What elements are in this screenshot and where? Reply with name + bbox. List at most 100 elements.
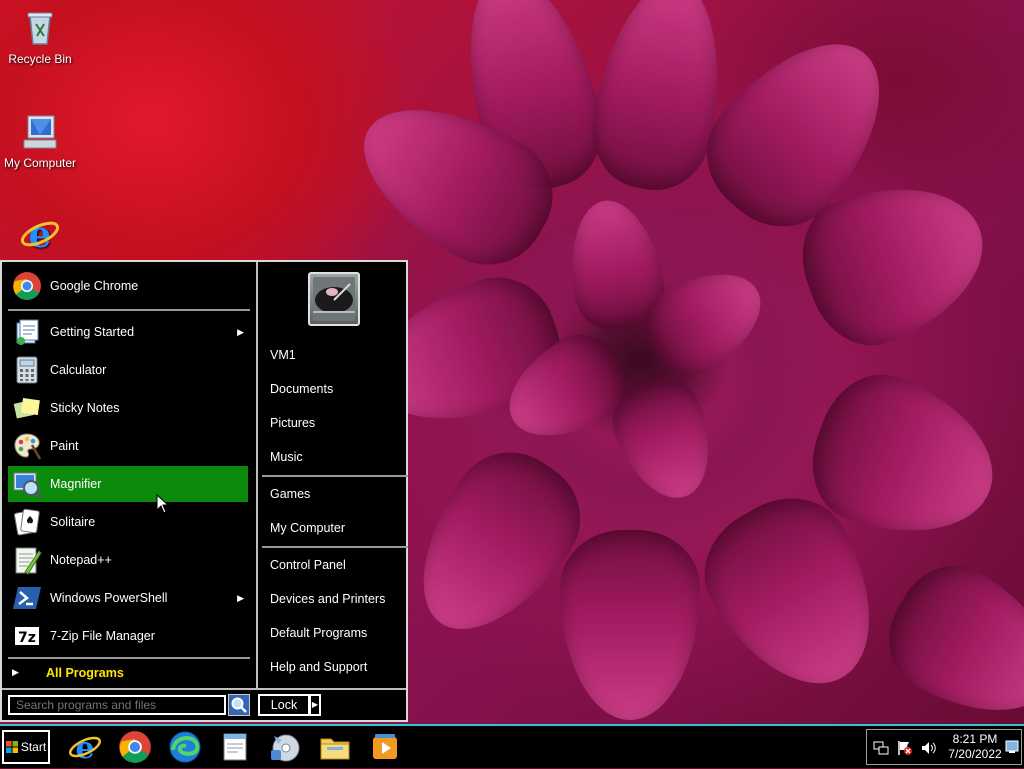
taskbar: Start e 8:21 PM 7/20/2022 [0,724,1024,768]
places-item-my-computer[interactable]: My Computer [270,521,345,535]
taskbar-app-notepad[interactable] [218,730,252,764]
start-item-label: Getting Started [50,325,135,339]
sticky-notes-icon [12,393,42,423]
start-menu-bottom-bar: Lock ▶ [2,688,406,722]
start-menu-separator [8,309,250,311]
start-item-paint[interactable]: Paint [8,428,248,464]
start-item-label: Solitaire [50,515,96,529]
notepad-icon [223,733,247,761]
search-icon [231,697,247,713]
all-programs-label: All Programs [46,666,124,680]
start-item-sticky-notes[interactable]: Sticky Notes [8,390,248,426]
start-search-input[interactable] [8,695,226,715]
desktop-icon-internet-explorer[interactable]: e [0,214,80,258]
places-item-control-panel[interactable]: Control Panel [270,558,346,572]
desktop-icon-label: My Computer [3,156,77,170]
notepadpp-icon [12,545,42,575]
desktop-icon-recycle-bin[interactable]: Recycle Bin [0,8,80,66]
taskbar-app-chrome[interactable] [118,730,152,764]
start-item-notepadpp[interactable]: Notepad++ [8,542,248,578]
search-button[interactable] [228,694,250,716]
taskbar-app-edge[interactable] [168,730,202,764]
windows-logo-icon [5,741,18,753]
chrome-icon [119,731,151,763]
wallpaper-petal [868,546,1024,724]
calculator-icon [12,355,42,385]
powershell-icon [12,583,42,613]
solitaire-icon [12,507,42,537]
start-item-label: Magnifier [50,477,102,491]
svg-text:e: e [75,731,94,764]
tray-volume[interactable] [921,740,937,761]
start-item-getting-started[interactable]: Getting Started ▶ [8,314,248,350]
start-item-7zip[interactable]: 7z 7-Zip File Manager [8,618,248,654]
chrome-icon [12,271,42,301]
paint-palette-icon [12,431,42,461]
start-button-label: Start [20,740,47,754]
taskbar-app-media-player[interactable] [368,730,402,764]
magnifier-icon [12,469,43,500]
user-avatar-icon [313,277,355,321]
wallpaper-petal [560,530,700,720]
start-item-label: Notepad++ [50,553,112,567]
places-separator [262,546,408,548]
internet-explorer-icon: e [68,731,102,766]
start-item-label: 7-Zip File Manager [50,629,155,643]
chevron-right-icon: ▶ [311,700,319,709]
taskbar-app-media-center[interactable] [268,730,302,764]
media-player-icon [373,734,397,759]
start-menu: Google Chrome Getting Started ▶ Calculat… [0,260,408,722]
places-item-vm1[interactable]: VM1 [270,348,296,362]
computer-icon [20,112,60,152]
shutdown-options-button[interactable]: ▶ [309,694,321,716]
start-item-magnifier[interactable]: Magnifier [8,466,248,502]
show-desktop-button[interactable] [1005,740,1019,759]
places-item-pictures[interactable]: Pictures [270,416,315,430]
pointer-icon [156,493,170,514]
places-separator [262,475,408,477]
submenu-arrow-icon: ▶ [237,592,244,603]
desktop-icon-label: Recycle Bin [8,52,72,66]
start-item-solitaire[interactable]: Solitaire [8,504,248,540]
all-programs-arrow-icon: ▶ [12,667,19,677]
edge-icon [169,731,201,763]
start-item-label: Sticky Notes [50,401,120,415]
desktop-icon-my-computer[interactable]: My Computer [0,112,80,170]
user-picture[interactable] [308,272,360,326]
media-center-icon [271,734,300,762]
taskbar-app-internet-explorer[interactable]: e [68,730,102,766]
file-explorer-icon [320,738,350,760]
internet-explorer-icon: e [20,214,60,256]
clock-time: 8:21 PM [952,732,998,746]
show-desktop-icon [1005,740,1019,753]
start-menu-programs-pane: Google Chrome Getting Started ▶ Calculat… [2,262,254,688]
7zip-icon: 7z [12,621,42,651]
getting-started-icon [12,317,42,347]
tray-action-center[interactable] [897,740,913,761]
start-item-label: Google Chrome [50,279,139,293]
start-item-label: Windows PowerShell [50,591,168,605]
svg-text:7z: 7z [18,630,36,646]
taskbar-clock[interactable]: 8:21 PM 7/20/2022 [945,732,1005,762]
places-item-default-programs[interactable]: Default Programs [270,626,367,640]
start-button[interactable]: Start [2,730,50,764]
start-item-label: Paint [50,439,79,453]
start-item-calculator[interactable]: Calculator [8,352,248,388]
lock-button[interactable]: Lock [258,694,310,716]
start-item-google-chrome[interactable]: Google Chrome [8,268,248,304]
taskbar-app-file-explorer[interactable] [318,730,352,764]
places-item-devices-and-printers[interactable]: Devices and Printers [270,592,385,606]
places-item-games[interactable]: Games [270,487,310,501]
clock-date: 7/20/2022 [948,747,1002,761]
places-item-music[interactable]: Music [270,450,303,464]
submenu-arrow-icon: ▶ [237,326,244,337]
start-menu-places-pane: VM1 Documents Pictures Music Games My Co… [256,262,408,688]
action-center-flag-icon [898,741,912,755]
tray-network[interactable] [873,740,889,761]
places-item-documents[interactable]: Documents [270,382,333,396]
volume-icon [922,742,936,754]
places-item-help-and-support[interactable]: Help and Support [270,660,367,674]
start-item-windows-powershell[interactable]: Windows PowerShell ▶ [8,580,248,616]
start-menu-separator [8,657,250,659]
notification-area: 8:21 PM 7/20/2022 [866,729,1022,765]
